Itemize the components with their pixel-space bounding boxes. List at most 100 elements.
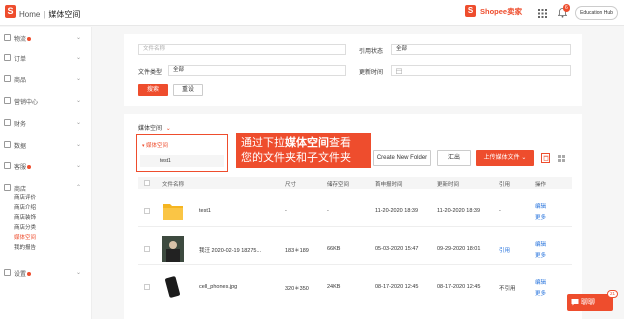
more-link[interactable]: 更多 [535, 289, 546, 297]
image-thumbnail[interactable] [162, 236, 184, 262]
breadcrumb-home[interactable]: Home [19, 10, 40, 19]
update-time-label: 更新时间 [359, 70, 384, 76]
chat-button[interactable]: 聊聊 [567, 294, 613, 311]
sidebar-subitem-my-reports[interactable]: 我的报告 [14, 243, 36, 251]
phone-thumb [164, 275, 181, 299]
folder-tree-root-label: 媒体空间 [146, 143, 169, 149]
orders-icon [4, 54, 11, 61]
sidebar-item-label: 财务 [14, 122, 27, 128]
edit-link[interactable]: 编辑 [535, 202, 546, 210]
table-row[interactable]: cell_phones.jpg 320＊350 24KB 08-17-2020 … [138, 271, 572, 303]
sidebar-item-settings[interactable]: 设置 ⌄ [0, 267, 92, 279]
list-view-icon[interactable] [541, 153, 550, 163]
sidebar-item-orders[interactable]: 订单 ⌄ [0, 52, 92, 64]
col-header-size: 尺寸 [285, 182, 297, 188]
col-header-updated: 更新时间 [437, 182, 460, 188]
education-hub-button[interactable]: Education Hub [575, 6, 618, 20]
upload-media-button[interactable]: 上传媒体文件 ⌄ [476, 150, 534, 166]
folder-selector[interactable]: 媒体空间 ⌄ [138, 123, 171, 132]
ref-status-select[interactable]: 全部 [391, 44, 571, 55]
breadcrumb: Home | 媒体空间 [19, 10, 81, 19]
file-storage: 24KB [327, 284, 341, 290]
col-header-ref: 引用 [499, 182, 511, 188]
grid-view-icon[interactable] [557, 153, 566, 163]
file-updated: 11-20-2020 18:39 [437, 208, 481, 214]
file-updated: 08-17-2020 12:45 [437, 284, 481, 290]
annotation-text-1c: 查看 [329, 137, 351, 149]
table-row[interactable]: 我汪 2020-02-19 18275... 183＊189 66KB 05-0… [138, 233, 572, 265]
file-name[interactable]: cell_phones.jpg [199, 284, 237, 290]
chat-bubble-icon [571, 299, 579, 306]
chat-badge: 21 [607, 290, 619, 298]
sidebar-item-customer-service[interactable]: 客服 ⌄ [0, 160, 92, 172]
row-checkbox[interactable] [144, 284, 150, 290]
sidebar-item-marketing[interactable]: 营销中心 ⌄ [0, 95, 92, 107]
file-type-select[interactable]: 全部 [168, 65, 346, 76]
sidebar-subitem-shop-reviews[interactable]: 商店评价 [14, 193, 36, 201]
grid-view-glyph [558, 155, 565, 162]
new-dot [27, 37, 32, 42]
edit-link[interactable]: 编辑 [535, 240, 546, 248]
sidebar-item-label: 客服 [14, 165, 27, 171]
chevron-down-icon: ⌄ [76, 270, 82, 276]
sidebar-subitem-shop-decoration[interactable]: 商店装饰 [14, 213, 36, 221]
file-ref[interactable]: 引用 [499, 246, 510, 254]
folder-selector-label: 媒体空间 [138, 126, 163, 132]
page-title: 媒体空间 [48, 10, 81, 19]
sidebar-item-products[interactable]: 商品 ⌄ [0, 73, 92, 85]
chevron-up-icon: ⌃ [76, 185, 82, 191]
apps-grid-icon[interactable] [538, 9, 547, 18]
select-all-checkbox[interactable] [144, 180, 150, 186]
chevron-down-icon: ⌄ [76, 163, 82, 169]
file-name[interactable]: 我汪 2020-02-19 18275... [199, 246, 261, 254]
col-header-first-time: 首申报时间 [375, 182, 403, 188]
file-size: 320＊350 [285, 286, 309, 292]
file-name-input[interactable]: 文件名称 [138, 44, 346, 55]
create-folder-button[interactable]: Create New Folder [373, 150, 431, 166]
row-checkbox[interactable] [144, 208, 150, 214]
products-icon [4, 75, 11, 82]
annotation-text-1b: 媒体空间 [285, 137, 329, 149]
sidebar-subitem-shop-categories[interactable]: 商店分类 [14, 223, 36, 231]
edit-link[interactable]: 编辑 [535, 278, 546, 286]
more-link[interactable]: 更多 [535, 213, 546, 221]
file-name[interactable]: test1 [199, 208, 211, 214]
update-time-picker[interactable] [391, 65, 571, 76]
ref-status-label: 引用状态 [359, 49, 384, 55]
sidebar-subitem-media-space[interactable]: 媒体空间 [14, 233, 36, 241]
chevron-down-icon: ⌄ [521, 155, 527, 161]
reset-button[interactable]: 重设 [173, 84, 203, 96]
sidebar-item-finance[interactable]: 财务 ⌄ [0, 117, 92, 129]
calendar-icon [396, 68, 402, 74]
folder-tree-child-label: test1 [160, 158, 171, 164]
file-first-time: 11-20-2020 18:39 [375, 208, 419, 214]
sidebar-item-data[interactable]: 数据 ⌄ [0, 139, 92, 151]
file-ref: - [499, 208, 501, 214]
shopee-bag-icon: S [465, 5, 476, 17]
brand-name: Shopee卖家 [480, 6, 523, 16]
file-updated: 09-29-2020 18:01 [437, 246, 481, 252]
finance-icon [4, 119, 11, 126]
row-checkbox[interactable] [144, 246, 150, 252]
folder-tree-root[interactable]: ▾ 媒体空间 [142, 141, 168, 149]
trash-icon [543, 155, 549, 161]
file-size: 183＊189 [285, 248, 309, 254]
sidebar-item-logistics[interactable]: 物流 ⌄ [0, 32, 92, 44]
image-thumbnail[interactable] [162, 274, 184, 300]
chevron-down-icon: ⌄ [76, 35, 82, 41]
folder-tree-child-row[interactable]: test1 [140, 155, 224, 167]
export-button[interactable]: 汇出 [437, 150, 471, 166]
data-icon [4, 141, 11, 148]
search-button[interactable]: 搜索 [138, 84, 168, 96]
table-row[interactable]: test1 - - 11-20-2020 18:39 11-20-2020 18… [138, 195, 572, 227]
sidebar-item-label: 订单 [14, 57, 27, 63]
shopee-logo-icon[interactable]: S [5, 5, 16, 18]
annotation-text-1a: 通过下拉 [241, 137, 285, 149]
person-thumb-face [169, 241, 177, 249]
col-header-actions: 操作 [535, 182, 547, 188]
sidebar: 物流 ⌄ 订单 ⌄ 商品 ⌄ 营销中心 ⌄ 财务 ⌄ 数据 ⌄ 客服 ⌄ 商店 … [0, 27, 92, 319]
new-dot [27, 165, 32, 170]
more-link[interactable]: 更多 [535, 251, 546, 259]
gear-icon [4, 269, 11, 276]
sidebar-subitem-shop-intro[interactable]: 商店介绍 [14, 203, 36, 211]
